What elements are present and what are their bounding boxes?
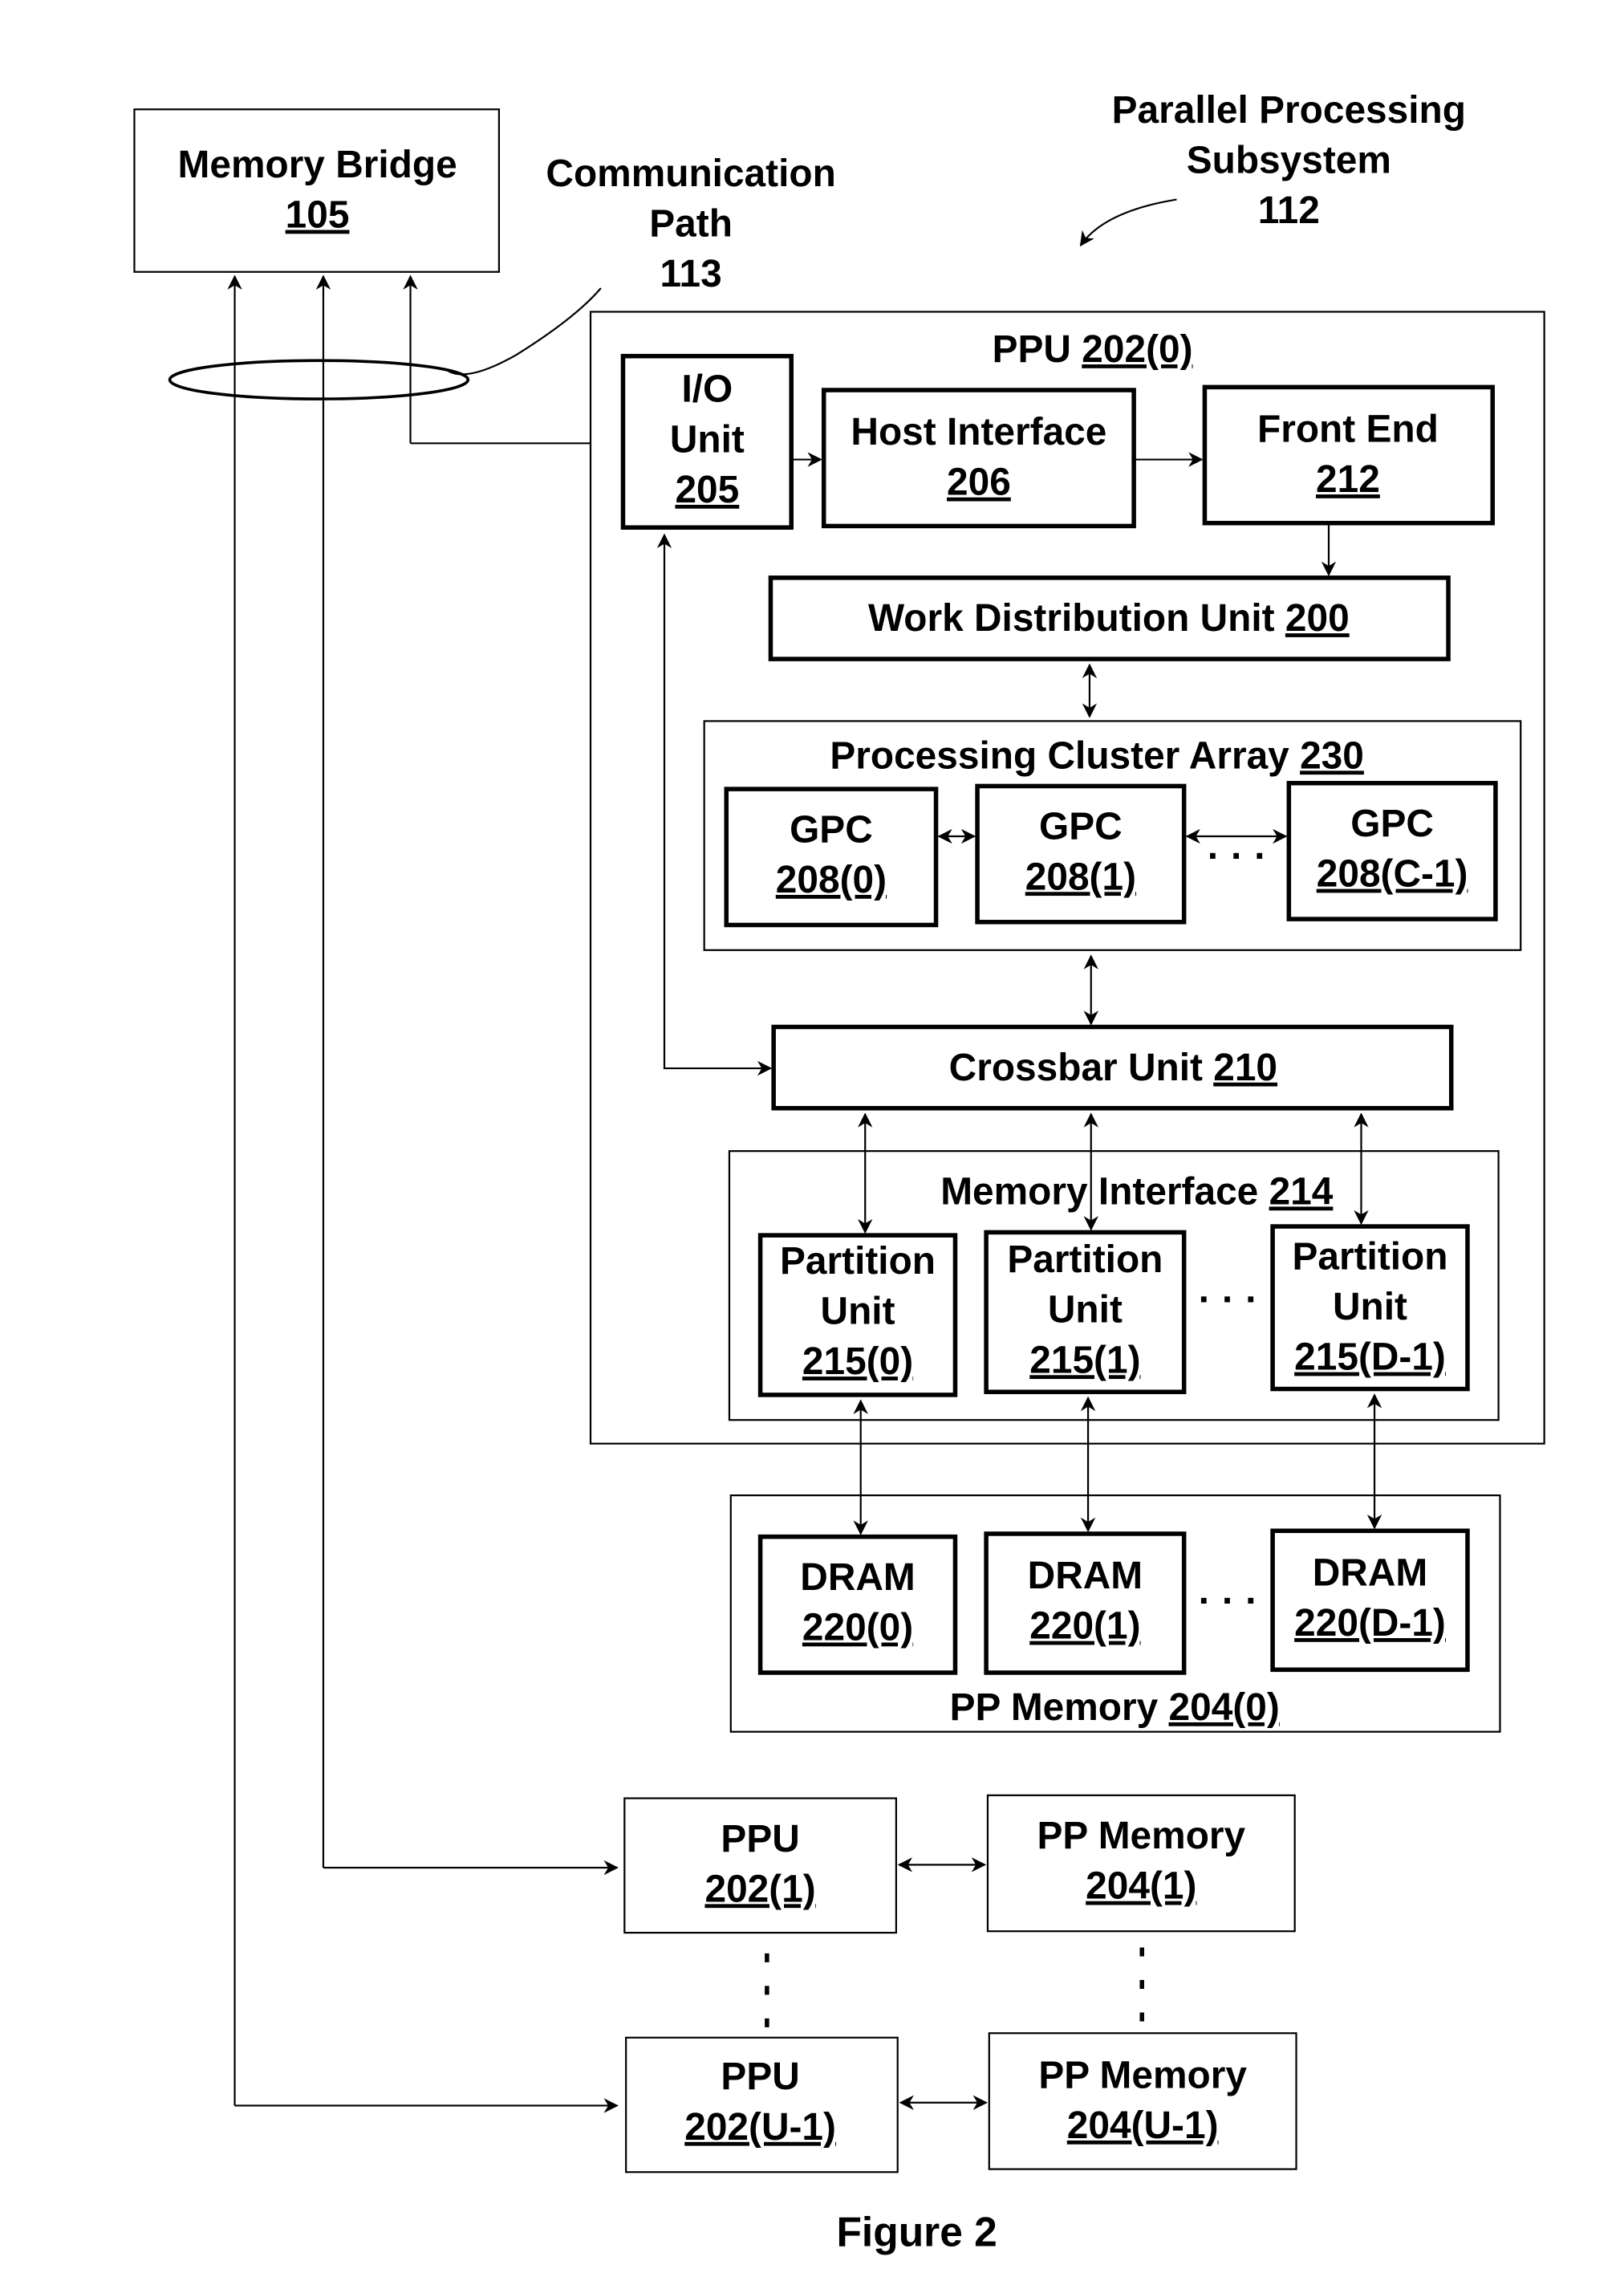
- gpc-block[interactable]: GPC 208(1): [975, 783, 1187, 925]
- partition-unit-line1: Partition: [1007, 1238, 1163, 1281]
- comm-path-leader: [445, 287, 602, 376]
- partition-unit-block[interactable]: Partition Unit 215(1): [984, 1230, 1187, 1394]
- pp-memory-1-ref: 204(1): [1086, 1865, 1196, 1908]
- gpc-ref: 208(C-1): [1317, 853, 1468, 896]
- ppu-u1-ref: 202(U-1): [684, 2106, 836, 2149]
- dram-label: DRAM: [800, 1556, 915, 1599]
- front-end-label: Front End: [1257, 408, 1439, 450]
- partition-ellipsis: · · ·: [1199, 1279, 1258, 1321]
- dram-label: DRAM: [1313, 1551, 1427, 1594]
- gpc-ref: 208(1): [1025, 856, 1136, 898]
- dram-ref: 220(1): [1029, 1605, 1140, 1648]
- comm-path-label-line2: Path: [649, 203, 733, 246]
- work-distribution-unit-block[interactable]: Work Distribution Unit 200: [768, 575, 1451, 661]
- subsystem-label-line1: Parallel Processing: [1112, 89, 1466, 132]
- subsystem-ref: 112: [1258, 189, 1320, 232]
- memory-bridge-ref: 105: [286, 194, 350, 237]
- gpc-block[interactable]: GPC 208(C-1): [1286, 780, 1498, 921]
- io-unit-block[interactable]: I/O Unit 205: [620, 353, 794, 531]
- subsystem-callout: Parallel Processing Subsystem 112: [1079, 89, 1466, 247]
- memory-bridge-block[interactable]: Memory Bridge 105: [133, 108, 501, 273]
- partition-unit-ref: 215(0): [802, 1340, 913, 1383]
- pp-memory-u1-ref: 204(U-1): [1067, 2104, 1219, 2147]
- partition-unit-line2: Unit: [821, 1291, 895, 1333]
- front-end-block[interactable]: Front End 212: [1202, 384, 1496, 526]
- pp-memory-u1-label: PP Memory: [1038, 2054, 1247, 2096]
- figure-2-diagram: Parallel Processing Subsystem 112 Commun…: [133, 89, 1545, 2255]
- pp-memory-0-label: PP Memory 204(0): [950, 1686, 1280, 1729]
- partition-unit-line2: Unit: [1048, 1289, 1123, 1332]
- partition-unit-line1: Partition: [780, 1240, 936, 1283]
- ppu-u1-block[interactable]: PPU 202(U-1): [625, 2036, 899, 2173]
- ppu-1-ref: 202(1): [704, 1868, 815, 1910]
- vertical-ellipsis-ppu: [765, 1953, 769, 2027]
- gpc-ref: 208(0): [776, 859, 887, 901]
- host-interface-label: Host Interface: [851, 411, 1106, 453]
- comm-path-ellipse: [168, 359, 470, 401]
- memory-bridge-label: Memory Bridge: [178, 144, 457, 186]
- dram-label: DRAM: [1028, 1555, 1143, 1597]
- partition-unit-ref: 215(1): [1029, 1339, 1140, 1381]
- gpc-block[interactable]: GPC 208(0): [724, 787, 939, 928]
- io-unit-line1: I/O: [681, 368, 733, 411]
- subsystem-pointer-arrow: [1079, 198, 1177, 247]
- ppu-1-block[interactable]: PPU 202(1): [623, 1797, 897, 1934]
- front-end-ref: 212: [1316, 458, 1380, 501]
- dram-block[interactable]: DRAM 220(D-1): [1270, 1528, 1470, 1673]
- ppu-0-title: PPU 202(0): [993, 328, 1193, 371]
- crossbar-label: Crossbar Unit 210: [949, 1047, 1277, 1089]
- io-unit-line2: Unit: [670, 418, 745, 461]
- comm-path-ref: 113: [660, 253, 722, 295]
- host-interface-ref: 206: [947, 461, 1011, 504]
- pp-memory-1-block[interactable]: PP Memory 204(1): [986, 1794, 1296, 1933]
- pp-memory-1-label: PP Memory: [1037, 1815, 1245, 1857]
- comm-path-label-line1: Communication: [546, 152, 835, 195]
- figure-caption: Figure 2: [836, 2208, 997, 2255]
- crossbar-unit-block[interactable]: Crossbar Unit 210: [771, 1024, 1454, 1111]
- subsystem-label-line2: Subsystem: [1187, 139, 1391, 181]
- pp-memory-u1-block[interactable]: PP Memory 204(U-1): [988, 2032, 1297, 2170]
- dram-block[interactable]: DRAM 220(1): [984, 1531, 1187, 1675]
- gpc-label: GPC: [1039, 806, 1123, 848]
- ppu-1-label: PPU: [721, 1818, 799, 1860]
- dram-ref: 220(0): [802, 1607, 913, 1649]
- ppu-u1-label: PPU: [721, 2055, 799, 2098]
- dram-ref: 220(D-1): [1294, 1602, 1446, 1645]
- partition-unit-block[interactable]: Partition Unit 215(D-1): [1270, 1224, 1470, 1392]
- partition-unit-line2: Unit: [1333, 1286, 1407, 1328]
- partition-unit-line1: Partition: [1293, 1235, 1448, 1278]
- dram-ellipsis: · · ·: [1199, 1580, 1258, 1622]
- gpc-label: GPC: [1350, 803, 1434, 845]
- vertical-ellipsis-ppmem: [1139, 1947, 1144, 2022]
- partition-unit-block[interactable]: Partition Unit 215(0): [757, 1233, 958, 1397]
- gpc-label: GPC: [790, 808, 873, 851]
- partition-unit-ref: 215(D-1): [1294, 1336, 1446, 1379]
- memory-interface-label: Memory Interface 214: [940, 1170, 1334, 1213]
- pca-label: Processing Cluster Array 230: [830, 734, 1364, 777]
- gpc-ellipsis: · · ·: [1208, 836, 1267, 878]
- work-distribution-label: Work Distribution Unit 200: [868, 597, 1350, 640]
- dram-block[interactable]: DRAM 220(0): [757, 1534, 958, 1675]
- io-unit-ref: 205: [675, 469, 739, 511]
- host-interface-block[interactable]: Host Interface 206: [821, 388, 1136, 529]
